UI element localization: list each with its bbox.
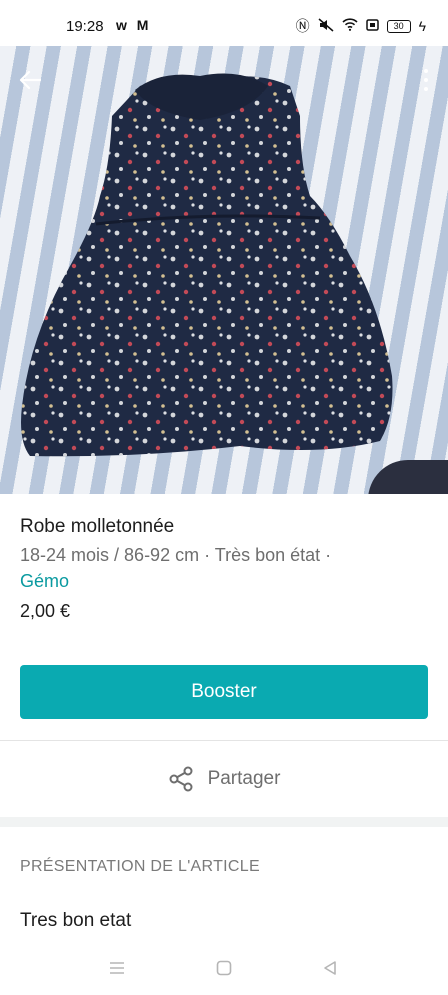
arrow-left-icon (19, 70, 41, 90)
square-icon (216, 960, 232, 976)
nav-menu-button[interactable] (103, 954, 131, 982)
status-bar: 19:28 w M Ⓝ 30 ϟ (0, 0, 448, 46)
item-description: Tres bon etat (20, 910, 132, 931)
item-meta: 18-24 mois / 86-92 cm · Très bon état · … (20, 542, 430, 594)
mute-icon (318, 17, 334, 35)
wifi-icon (342, 18, 358, 34)
status-time: 19:28 (66, 18, 104, 35)
battery-icon: 30 (386, 19, 411, 33)
status-app-icons: w M (116, 17, 152, 33)
back-button[interactable] (14, 64, 46, 96)
share-icon (169, 766, 193, 792)
share-label: Partager (207, 768, 281, 789)
item-size-condition: 18-24 mois / 86-92 cm · Très bon état · (20, 545, 332, 565)
item-price: 2,00 € (20, 601, 71, 621)
screen-icon (365, 18, 379, 34)
product-photo[interactable] (0, 46, 448, 494)
charging-icon: ϟ (418, 18, 426, 34)
dress-image (21, 73, 393, 457)
share-button[interactable]: Partager (0, 741, 448, 817)
description-section-title: PRÉSENTATION DE L'ARTICLE (20, 858, 260, 875)
nav-back-button[interactable] (316, 954, 344, 982)
triangle-back-icon (324, 961, 336, 975)
more-options-button[interactable] (420, 62, 432, 98)
section-separator (0, 817, 448, 827)
system-nav-bar (0, 940, 448, 995)
more-vertical-icon (424, 69, 428, 73)
nfc-icon: Ⓝ (295, 18, 310, 34)
item-brand-link[interactable]: Gémo (20, 571, 69, 591)
item-title: Robe molletonnée (20, 516, 175, 537)
booster-button[interactable]: Booster (20, 665, 428, 719)
menu-icon (110, 962, 124, 974)
nav-home-button[interactable] (210, 954, 238, 982)
status-indicators: Ⓝ 30 ϟ (296, 16, 426, 36)
